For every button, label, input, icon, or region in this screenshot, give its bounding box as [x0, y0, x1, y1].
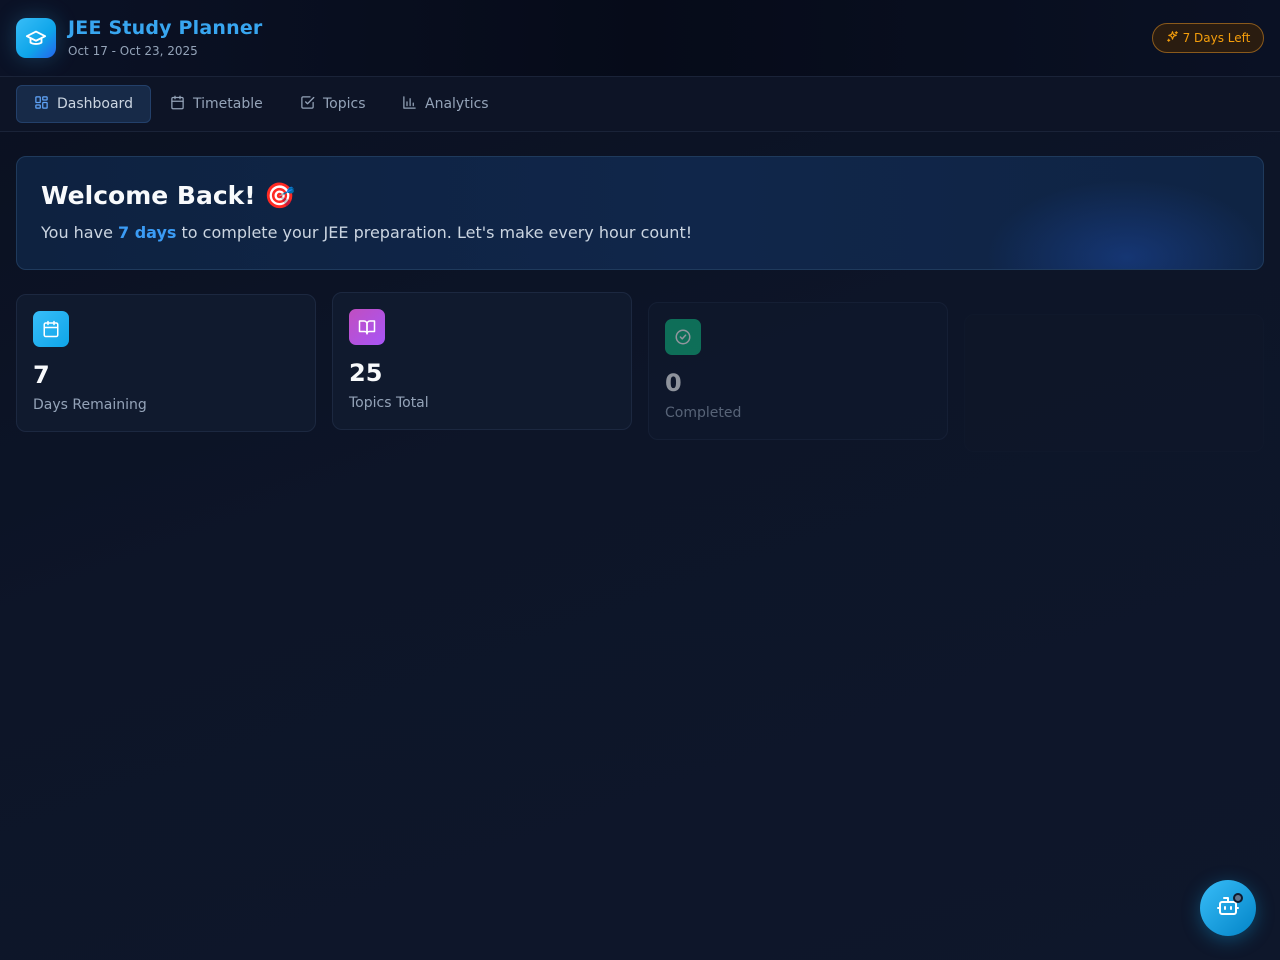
calendar-icon — [33, 311, 69, 347]
welcome-title: Welcome Back! 🎯 — [41, 181, 296, 210]
tab-label: Topics — [323, 96, 366, 112]
stat-card-completed: 0 Completed — [648, 302, 948, 440]
stat-card-topics-total: 25 Topics Total — [332, 292, 632, 430]
welcome-text-before: You have — [41, 223, 119, 242]
check-square-icon — [300, 95, 315, 114]
tab-label: Timetable — [193, 96, 263, 112]
tab-label: Dashboard — [57, 96, 133, 112]
welcome-message: You have 7 days to complete your JEE pre… — [41, 223, 692, 242]
tab-label: Analytics — [425, 96, 489, 112]
graduation-cap-icon[interactable] — [16, 18, 56, 58]
assistant-button[interactable] — [1200, 880, 1256, 936]
stat-value: 25 — [349, 359, 383, 387]
calendar-icon — [170, 95, 185, 114]
welcome-text-after: to complete your JEE preparation. Let's … — [176, 223, 693, 242]
check-circle-icon — [665, 319, 701, 355]
tab-analytics[interactable]: Analytics — [385, 85, 506, 123]
stat-label: Completed — [665, 405, 742, 421]
stat-card-placeholder — [964, 314, 1264, 452]
days-highlight: 7 days — [118, 223, 177, 242]
tab-timetable[interactable]: Timetable — [153, 85, 280, 123]
app-title: JEE Study Planner — [68, 17, 263, 39]
stat-card-days-remaining: 7 Days Remaining — [16, 294, 316, 432]
main-nav: Dashboard Timetable Topics Analytics — [0, 77, 1280, 132]
tab-topics[interactable]: Topics — [283, 85, 383, 123]
stat-value: 0 — [665, 369, 682, 397]
stat-label: Topics Total — [349, 395, 429, 411]
date-range: Oct 17 - Oct 23, 2025 — [68, 44, 198, 58]
bar-chart-icon — [402, 95, 417, 114]
stat-label: Days Remaining — [33, 397, 147, 413]
book-open-icon — [349, 309, 385, 345]
days-left-text: 7 Days Left — [1182, 31, 1251, 45]
dashboard-grid-icon — [34, 95, 49, 114]
sparkles-icon — [1166, 30, 1179, 46]
stat-value: 7 — [33, 361, 50, 389]
welcome-banner: Welcome Back! 🎯 You have 7 days to compl… — [16, 156, 1264, 270]
notification-dot — [1233, 893, 1243, 903]
app-header: JEE Study Planner Oct 17 - Oct 23, 2025 … — [0, 0, 1280, 77]
days-left-badge: 7 Days Left — [1152, 23, 1264, 53]
tab-dashboard[interactable]: Dashboard — [16, 85, 151, 123]
